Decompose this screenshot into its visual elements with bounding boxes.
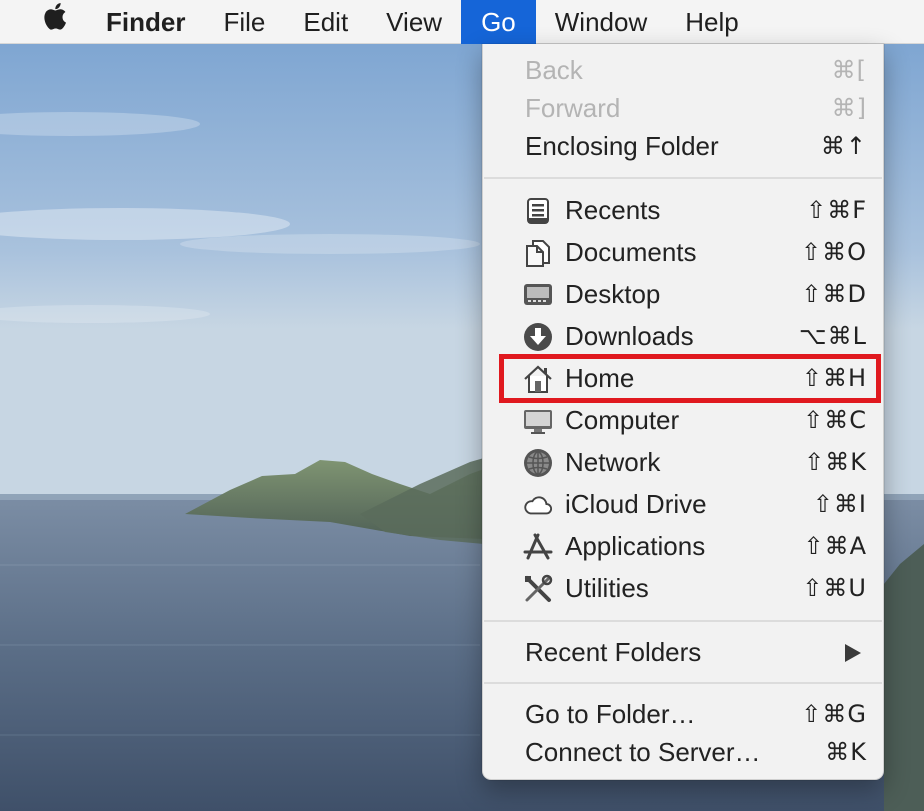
network-icon [523, 448, 553, 478]
menu-item-home[interactable]: Home ⇧⌘H [483, 359, 883, 397]
menu-separator [484, 620, 882, 622]
menu-item-shortcut: ⇧⌘D [801, 280, 867, 308]
documents-icon [523, 238, 553, 268]
menu-help[interactable]: Help [666, 0, 757, 44]
menu-item-label: Downloads [565, 321, 694, 351]
menu-item-label: Recent Folders [525, 637, 702, 667]
menu-item-enclosing-folder[interactable]: Enclosing Folder ⌘↑ [483, 127, 883, 165]
menu-item-label: Forward [525, 93, 621, 123]
menu-item-network[interactable]: Network ⇧⌘K [483, 443, 883, 481]
menu-item-shortcut: ⌘] [831, 94, 867, 122]
menu-item-label: Documents [565, 237, 697, 267]
menu-item-shortcut: ⇧⌘G [801, 700, 867, 728]
menu-item-recents[interactable]: Recents ⇧⌘F [483, 191, 883, 229]
menu-item-shortcut: ⇧⌘H [801, 364, 867, 392]
menu-item-label: Computer [565, 405, 680, 435]
menu-window[interactable]: Window [536, 0, 666, 44]
menu-item-label: Desktop [565, 279, 661, 309]
menu-item-shortcut: ⇧⌘A [803, 532, 867, 560]
go-dropdown-menu: Back ⌘[ Forward ⌘] Enclosing Folder ⌘↑ R… [482, 44, 884, 780]
menu-file[interactable]: File [204, 0, 284, 44]
menu-item-label: iCloud Drive [565, 489, 707, 519]
menu-item-shortcut: ⇧⌘F [806, 196, 867, 224]
computer-icon [523, 406, 553, 436]
apple-menu[interactable] [0, 0, 92, 44]
submenu-arrow-icon [845, 644, 861, 662]
menu-item-forward[interactable]: Forward ⌘] [483, 89, 883, 127]
menu-item-shortcut: ⌥⌘L [798, 322, 867, 350]
menu-item-utilities[interactable]: Utilities ⇧⌘U [483, 569, 883, 607]
menu-item-label: Network [565, 447, 661, 477]
menu-item-label: Applications [565, 531, 706, 561]
apple-logo-icon [41, 0, 67, 44]
utilities-icon [523, 574, 553, 604]
menu-item-desktop[interactable]: Desktop ⇧⌘D [483, 275, 883, 313]
menu-item-applications[interactable]: Applications ⇧⌘A [483, 527, 883, 565]
menu-view[interactable]: View [367, 0, 461, 44]
menu-go[interactable]: Go [461, 0, 536, 44]
menu-item-shortcut: ⌘↑ [820, 132, 867, 160]
icloud-icon [523, 490, 553, 520]
menu-item-computer[interactable]: Computer ⇧⌘C [483, 401, 883, 439]
menu-item-recent-folders[interactable]: Recent Folders [483, 633, 883, 671]
menu-item-label: Back [525, 55, 583, 85]
menu-item-shortcut: ⇧⌘C [803, 406, 867, 434]
menu-item-shortcut: ⇧⌘I [812, 490, 867, 518]
menu-item-back[interactable]: Back ⌘[ [483, 51, 883, 89]
menu-item-label: Enclosing Folder [525, 131, 719, 161]
menu-item-connect-to-server[interactable]: Connect to Server… ⌘K [483, 733, 883, 771]
menu-separator [484, 177, 882, 179]
desktop-icon [523, 280, 553, 310]
menu-item-downloads[interactable]: Downloads ⌥⌘L [483, 317, 883, 355]
menu-bar: Finder File Edit View Go Window Help [0, 0, 924, 44]
menu-item-go-to-folder[interactable]: Go to Folder… ⇧⌘G [483, 695, 883, 733]
menu-item-icloud-drive[interactable]: iCloud Drive ⇧⌘I [483, 485, 883, 523]
menu-item-documents[interactable]: Documents ⇧⌘O [483, 233, 883, 271]
menu-item-shortcut: ⇧⌘K [804, 448, 867, 476]
home-icon [523, 364, 553, 394]
menu-item-shortcut: ⇧⌘U [802, 574, 867, 602]
applications-icon [523, 532, 553, 562]
menu-separator [484, 682, 882, 684]
downloads-icon [523, 322, 553, 352]
menu-item-label: Go to Folder… [525, 699, 696, 729]
menu-item-shortcut: ⌘[ [831, 56, 867, 84]
menu-item-label: Connect to Server… [525, 737, 761, 767]
menu-item-shortcut: ⌘K [825, 738, 867, 766]
menu-item-label: Recents [565, 195, 661, 225]
menu-edit[interactable]: Edit [284, 0, 367, 44]
recents-icon [523, 196, 553, 226]
menu-item-shortcut: ⇧⌘O [801, 238, 867, 266]
menu-item-label: Utilities [565, 573, 649, 603]
menu-item-label: Home [565, 363, 635, 393]
menu-finder[interactable]: Finder [92, 0, 204, 44]
